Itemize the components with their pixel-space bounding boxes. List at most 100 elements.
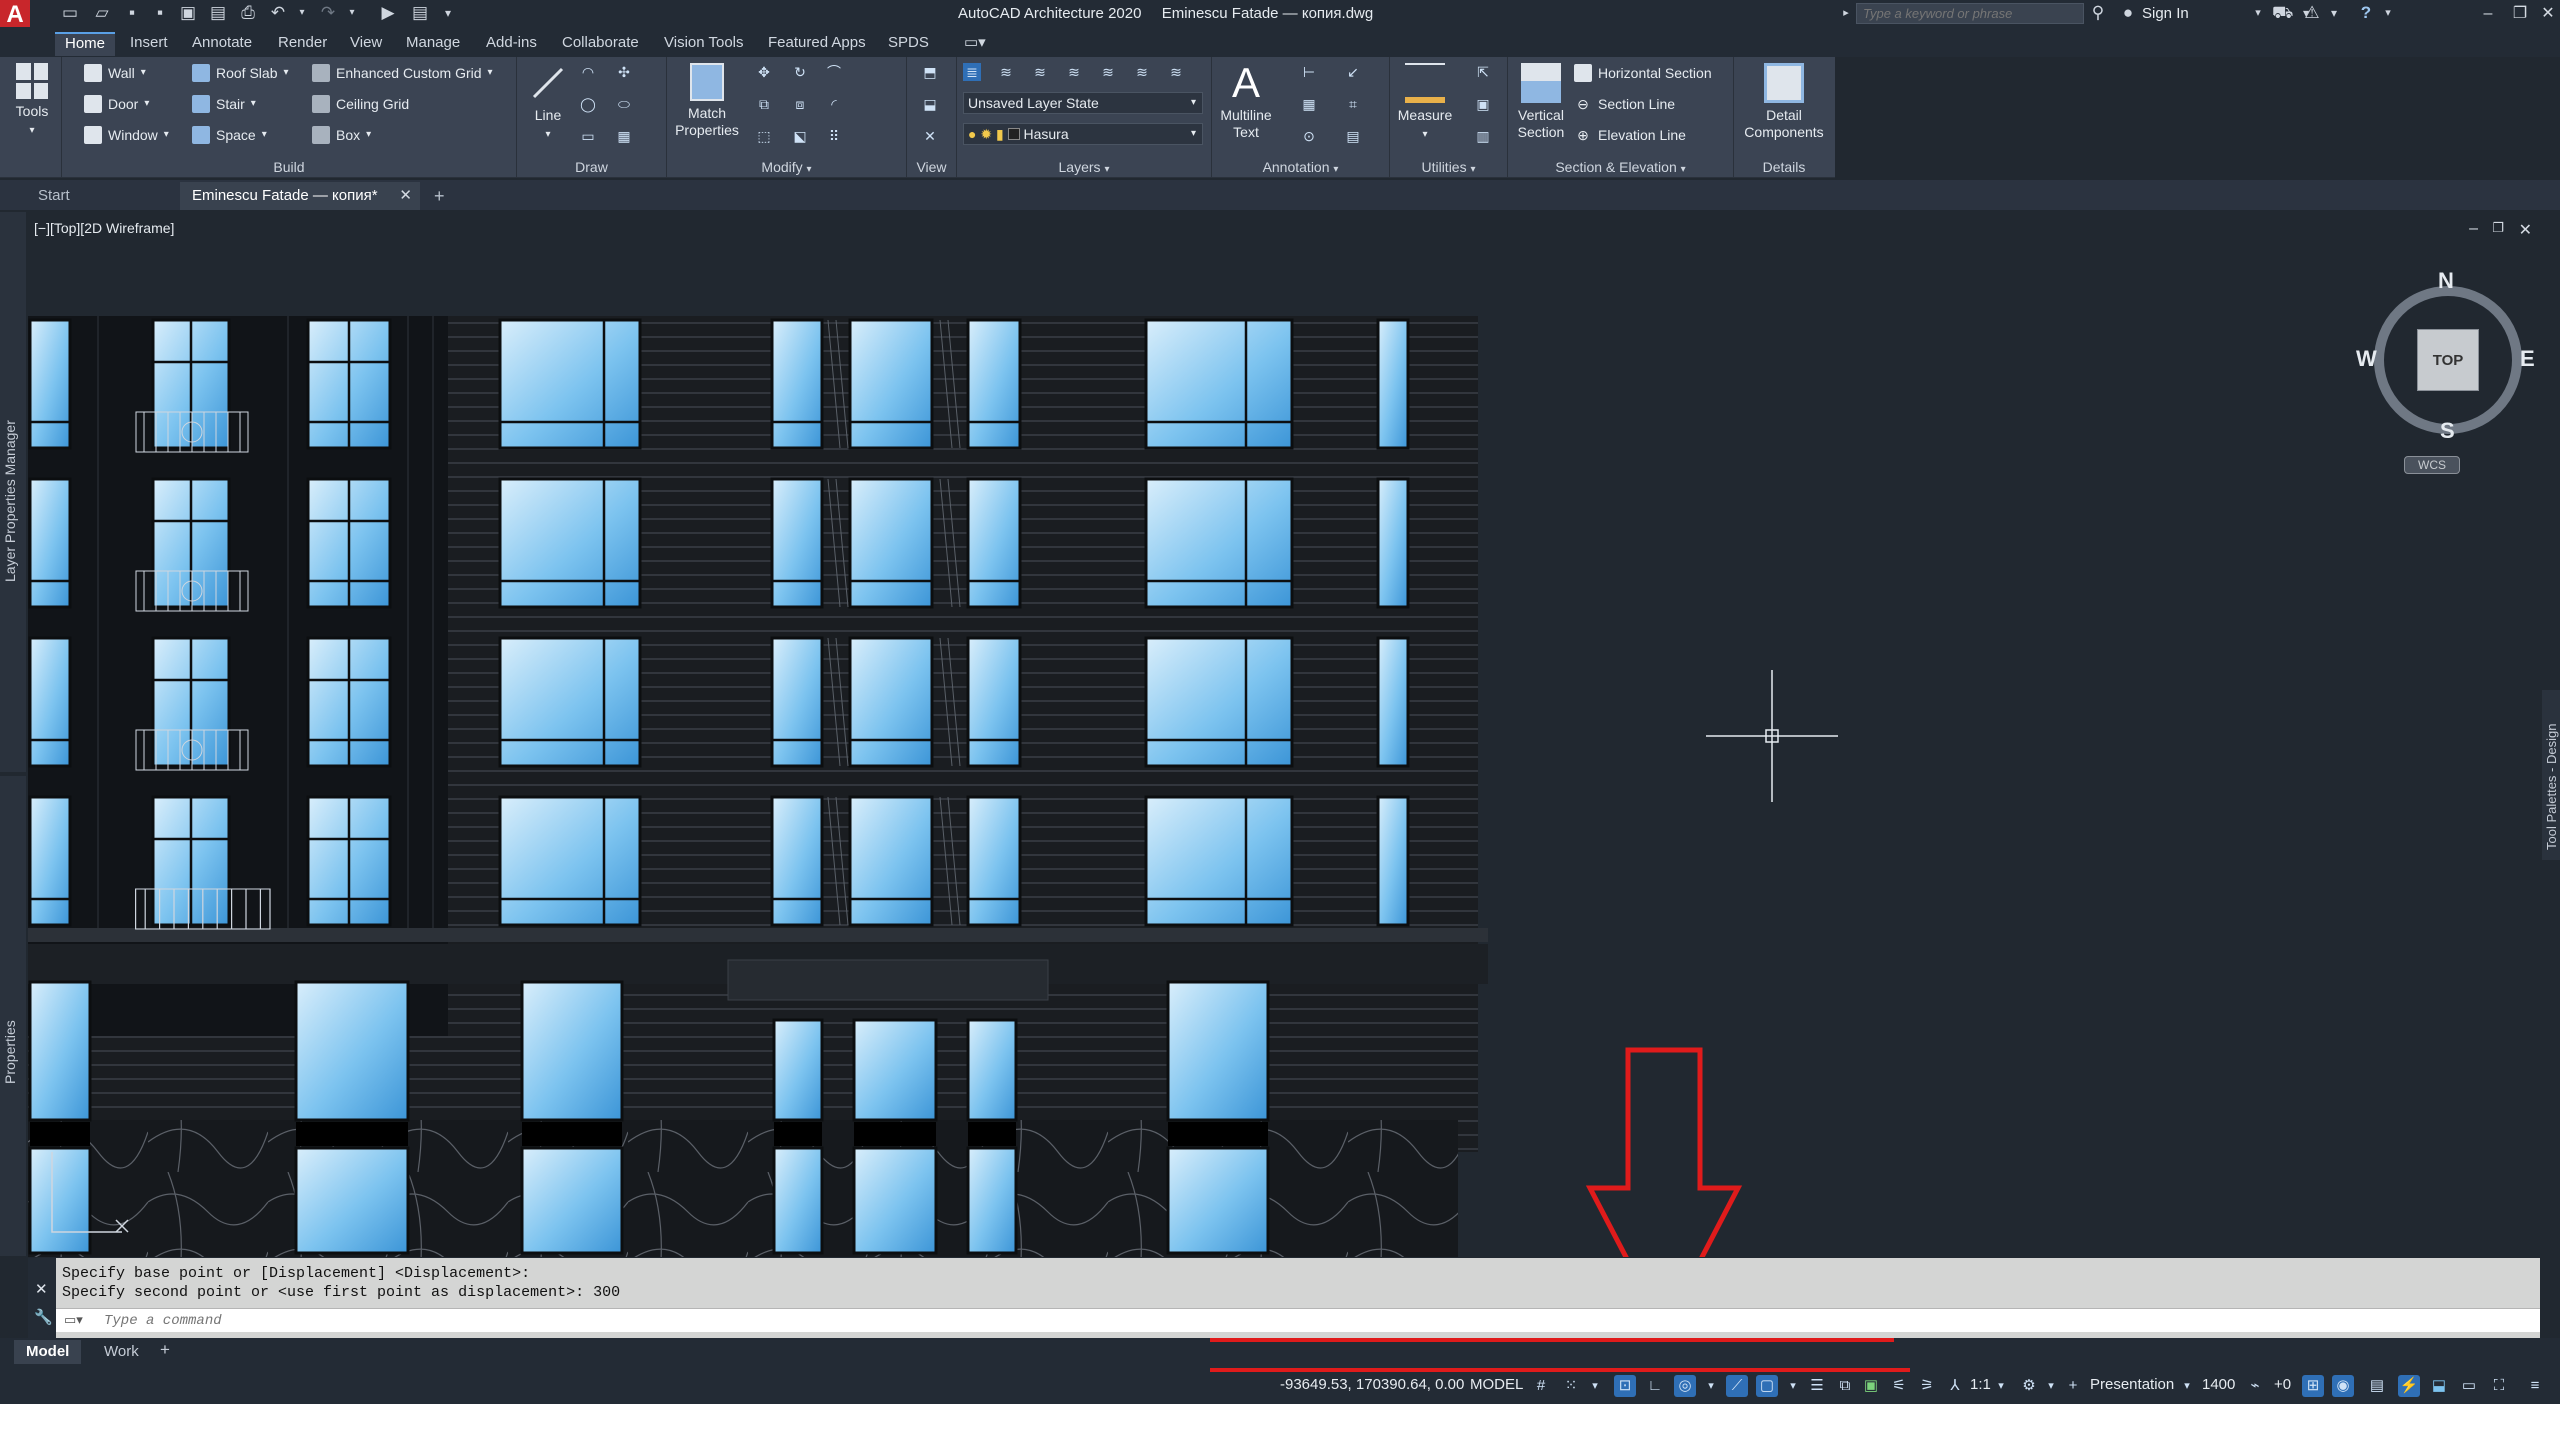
- rectangle-icon[interactable]: ▭: [579, 127, 597, 145]
- save-icon[interactable]: ▪: [122, 3, 142, 23]
- compass-west[interactable]: W: [2356, 346, 2377, 372]
- auto-scale-icon[interactable]: ⚞: [1916, 1375, 1938, 1397]
- user-icon[interactable]: ●: [2118, 3, 2138, 23]
- undo-icon[interactable]: ↶: [268, 3, 288, 23]
- object-snap-icon[interactable]: ▢: [1756, 1375, 1778, 1397]
- vertical-section-button[interactable]: Vertical Section: [1512, 63, 1570, 141]
- binoculars-icon[interactable]: ⚲: [2088, 3, 2108, 23]
- isolate-objects-icon[interactable]: ◉: [2332, 1375, 2354, 1397]
- clean-screen-icon[interactable]: ⬓: [2428, 1375, 2450, 1397]
- wall-button[interactable]: Wall ▾: [84, 61, 146, 85]
- layer-freeze-icon[interactable]: ≋: [1065, 63, 1083, 81]
- view-manager-icon[interactable]: ⬒: [921, 63, 939, 81]
- tab-featured-apps[interactable]: Featured Apps: [758, 32, 876, 56]
- arc-icon[interactable]: ◠: [579, 63, 597, 81]
- rotate-icon[interactable]: ↻: [791, 63, 809, 81]
- elevation-line-button[interactable]: ⊕ Elevation Line: [1574, 123, 1686, 147]
- annotation-scale-value[interactable]: 1:1: [1970, 1376, 1991, 1393]
- surface-hatch-icon[interactable]: ⊞: [2302, 1375, 2324, 1397]
- detail-components-button[interactable]: Detail Components: [1740, 63, 1828, 141]
- customize-qat-icon[interactable]: ▾: [438, 3, 458, 23]
- redo-dropdown-icon[interactable]: ▾: [342, 3, 362, 23]
- command-customize-icon[interactable]: 🔧: [34, 1308, 53, 1326]
- redo-icon[interactable]: ↷: [318, 3, 338, 23]
- tab-spds[interactable]: SPDS: [878, 32, 939, 56]
- line-button[interactable]: Line ▾: [523, 63, 573, 143]
- ortho-mode-icon[interactable]: ◎: [1674, 1375, 1696, 1397]
- move-tool-icon[interactable]: ✥: [755, 63, 773, 81]
- schedule-icon[interactable]: ▤: [1344, 127, 1362, 145]
- close-icon[interactable]: ✕: [2538, 4, 2558, 24]
- leader-icon[interactable]: ↙: [1344, 63, 1362, 81]
- cut-plane-value[interactable]: 1400: [2202, 1376, 2235, 1393]
- command-prompt-icon[interactable]: ▭▾: [64, 1312, 83, 1328]
- match-properties-button[interactable]: Match Properties: [673, 63, 741, 139]
- scale-icon[interactable]: ⬕: [791, 127, 809, 145]
- mirror-icon[interactable]: ⧈: [791, 95, 809, 113]
- horizontal-section-button[interactable]: Horizontal Section: [1574, 61, 1712, 85]
- enhanced-custom-grid-button[interactable]: Enhanced Custom Grid ▾: [312, 61, 493, 85]
- share-icon[interactable]: ▶: [378, 3, 398, 23]
- compass-north[interactable]: N: [2438, 268, 2454, 294]
- multiline-text-button[interactable]: A Multiline Text: [1216, 62, 1276, 141]
- drawing-viewport[interactable]: [−][Top][2D Wireframe] – ❐ ✕ TOP N S E W…: [28, 212, 2540, 1257]
- infer-constraints-icon[interactable]: ⊡: [1614, 1375, 1636, 1397]
- tab-addins[interactable]: Add-ins: [476, 32, 547, 56]
- viewport-close-icon[interactable]: ✕: [2519, 220, 2532, 240]
- search-expand-icon[interactable]: ▸: [1836, 3, 1856, 23]
- grid-display-icon[interactable]: #: [1530, 1375, 1552, 1397]
- trim-icon[interactable]: ⌒: [825, 63, 843, 81]
- dynamic-input-icon[interactable]: ∟: [1644, 1375, 1666, 1397]
- layer-state-select[interactable]: Unsaved Layer State ▾: [963, 92, 1203, 114]
- monitor-icon[interactable]: ▭: [2458, 1375, 2480, 1397]
- compass-south[interactable]: S: [2440, 418, 2455, 444]
- compass-east[interactable]: E: [2520, 346, 2535, 372]
- wcs-button[interactable]: WCS: [2404, 456, 2460, 474]
- annotation-visibility-icon[interactable]: ⚟: [1888, 1375, 1910, 1397]
- tab-active-drawing[interactable]: Eminescu Fatade — копия* ✕: [180, 182, 420, 210]
- snap-dropdown-icon[interactable]: ▾: [1584, 1375, 1606, 1397]
- stair-button[interactable]: Stair ▾: [192, 92, 256, 116]
- roof-slab-button[interactable]: Roof Slab ▾: [192, 61, 289, 85]
- workspace-gear-icon[interactable]: ⚙: [2018, 1375, 2040, 1397]
- circle-icon[interactable]: ◯: [579, 95, 597, 113]
- fillet-icon[interactable]: ◜: [825, 95, 843, 113]
- hardware-acceleration-icon[interactable]: ▤: [2366, 1375, 2388, 1397]
- tab-start[interactable]: Start: [26, 182, 82, 210]
- crosshair-plus-icon[interactable]: +: [2062, 1375, 2084, 1397]
- viewport-restore-icon[interactable]: ❐: [2492, 220, 2504, 236]
- tab-work[interactable]: Work: [96, 1340, 147, 1364]
- layer-isolate-icon[interactable]: ≋: [997, 63, 1015, 81]
- help-dropdown-icon[interactable]: ▾: [2378, 3, 2398, 23]
- save-to-web-icon[interactable]: ▣: [178, 3, 198, 23]
- viewport-config-icon[interactable]: ⬓: [921, 95, 939, 113]
- layer-off-icon[interactable]: ≋: [1031, 63, 1049, 81]
- open-file-icon[interactable]: ▱: [92, 3, 112, 23]
- display-configuration[interactable]: Presentation: [2090, 1376, 2174, 1393]
- command-input[interactable]: [104, 1310, 2504, 1331]
- space-button[interactable]: Space ▾: [192, 123, 267, 147]
- close-tab-icon[interactable]: ✕: [399, 182, 412, 210]
- tab-collaborate[interactable]: Collaborate: [552, 32, 649, 56]
- ribbon-toggle-icon[interactable]: ▭▾: [954, 32, 996, 56]
- viewcube[interactable]: TOP N S E W: [2356, 268, 2536, 448]
- tab-vision-tools[interactable]: Vision Tools: [654, 32, 754, 56]
- coordinates-readout[interactable]: -93649.53, 170390.64, 0.00: [1280, 1376, 1464, 1393]
- layer-properties-icon[interactable]: ≣: [963, 63, 981, 81]
- tool-palettes-strip[interactable]: Tool Palettes - Design: [2542, 690, 2560, 860]
- minimize-icon[interactable]: –: [2478, 4, 2498, 24]
- help-icon[interactable]: ?: [2356, 3, 2376, 23]
- array-icon[interactable]: ⠿: [825, 127, 843, 145]
- publish-icon[interactable]: ▤: [410, 3, 430, 23]
- display-config-dropdown-icon[interactable]: ▾: [2176, 1375, 2198, 1397]
- tab-model[interactable]: Model: [14, 1340, 82, 1364]
- tab-manage[interactable]: Manage: [396, 32, 470, 56]
- graphics-performance-icon[interactable]: ⚡: [2398, 1375, 2420, 1397]
- tab-home[interactable]: Home: [55, 32, 116, 56]
- restore-icon[interactable]: ❐: [2510, 4, 2530, 24]
- save-as-icon[interactable]: ▪: [150, 3, 170, 23]
- viewcube-top-face[interactable]: TOP: [2417, 329, 2479, 391]
- ellipse-icon[interactable]: ⬭: [615, 95, 633, 113]
- properties-palette-strip[interactable]: Properties: [0, 776, 26, 1256]
- undo-dropdown-icon[interactable]: ▾: [292, 3, 312, 23]
